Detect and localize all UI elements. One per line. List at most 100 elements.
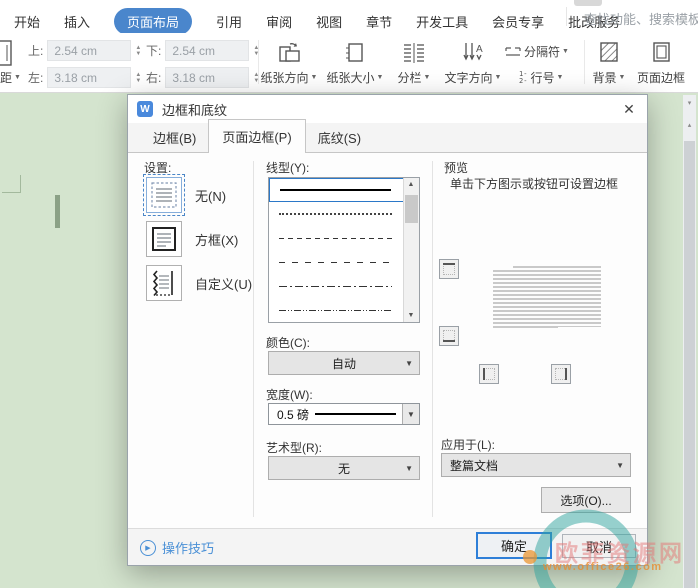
margin-top-input[interactable]: 2.54 cm <box>47 40 132 61</box>
breaks-button[interactable]: 分隔符 ▼ <box>505 43 569 60</box>
setting-option-custom[interactable]: 自定义(U) <box>146 265 252 301</box>
search-box[interactable]: 查找功能、搜索模板 <box>577 9 698 28</box>
right-border-toggle-button[interactable] <box>551 364 571 384</box>
text-direction-button[interactable]: A 文字方向 ▼ <box>438 40 508 86</box>
menu-tab-page-layout[interactable]: 页面布局 <box>114 8 193 35</box>
dialog-title-bar: W 边框和底纹 ✕ <box>128 95 647 123</box>
apply-to-dropdown[interactable]: 整篇文档 ▼ <box>441 453 631 477</box>
line-numbers-button[interactable]: 1- 2- 行号 ▼ <box>519 69 563 86</box>
margin-bottom-label: 下: <box>146 44 162 58</box>
tab-shading[interactable]: 底纹(S) <box>306 122 373 153</box>
search-icon <box>577 17 579 20</box>
chevron-down-icon: ▼ <box>618 74 626 81</box>
scroll-up-icon[interactable]: ▴ <box>683 121 696 129</box>
preview-label: 预览 <box>444 161 469 175</box>
paper-orientation-button[interactable]: 纸张方向 ▼ <box>256 40 322 86</box>
scrollbar-thumb[interactable] <box>405 195 418 223</box>
options-button[interactable]: 选项(O)... <box>541 487 631 513</box>
preview-text-lines <box>493 266 601 330</box>
margin-left-label: 左: <box>28 71 44 85</box>
menu-tab-section[interactable]: 章节 <box>366 12 392 31</box>
width-combo[interactable]: 0.5 磅 ▼ <box>268 403 420 425</box>
apply-to-value: 整篇文档 <box>450 458 499 473</box>
search-placeholder: 查找功能、搜索模板 <box>583 12 698 27</box>
preview-lastline-mask <box>558 327 601 331</box>
paper-orientation-icon <box>279 43 300 62</box>
margin-right-input[interactable]: 3.18 cm <box>165 67 250 88</box>
columns-icon <box>404 43 424 63</box>
left-border-toggle-button[interactable] <box>479 364 499 384</box>
top-border-toggle-button[interactable] <box>439 259 459 279</box>
line-style-label: 线型(Y): <box>266 161 310 175</box>
setting-option-box[interactable]: 方框(X) <box>146 221 238 257</box>
line-style-option-dash-large[interactable] <box>269 250 404 274</box>
border-none-icon <box>143 174 185 216</box>
art-style-label: 艺术型(R): <box>266 441 322 455</box>
app-window: 开始 插入 页面布局 引用 审阅 视图 章节 开发工具 会员专享 批改服务 查找… <box>0 0 698 588</box>
preview-hint: 单击下方图示或按钮可设置边框 <box>450 177 619 191</box>
line-numbers-label: 行号 <box>530 71 555 85</box>
svg-text:A: A <box>476 44 483 55</box>
page-margins-button-partial[interactable]: 距 ▼ <box>0 37 26 87</box>
border-custom-icon <box>146 265 182 301</box>
chevron-down-icon: ▼ <box>423 74 431 81</box>
menu-bar: 开始 插入 页面布局 引用 审阅 视图 章节 开发工具 会员专享 批改服务 查找… <box>0 0 698 35</box>
line-style-option-dashed[interactable] <box>269 226 404 250</box>
listbox-scrollbar[interactable]: ▲ ▼ <box>403 178 419 322</box>
vertical-scrollbar[interactable]: ▾ ▴ <box>683 95 696 588</box>
bottom-border-toggle-button[interactable] <box>439 326 459 346</box>
art-style-value: 无 <box>337 461 350 476</box>
tab-page-border[interactable]: 页面边框(P) <box>208 119 306 153</box>
columns-button[interactable]: 分栏 ▼ <box>390 40 438 86</box>
menu-tab-dev-tools[interactable]: 开发工具 <box>416 12 468 31</box>
line-style-option-dash-dot[interactable] <box>269 274 404 298</box>
menu-tab-insert[interactable]: 插入 <box>64 12 90 31</box>
left-edge-mark <box>483 368 485 380</box>
margin-left-input[interactable]: 3.18 cm <box>47 67 132 88</box>
width-value: 0.5 磅 <box>277 407 310 422</box>
right-edge-mark <box>565 368 567 380</box>
column-divider <box>432 161 433 517</box>
margin-top-label: 上: <box>28 44 44 58</box>
scroll-up-icon[interactable]: ▲ <box>404 181 418 188</box>
ok-button[interactable]: 确定 <box>476 532 552 559</box>
setting-option-none[interactable]: 无(N) <box>143 174 227 216</box>
tips-link[interactable]: ▶ 操作技巧 <box>140 538 214 557</box>
background-button[interactable]: 背景 ▼ <box>588 40 630 86</box>
line-style-option-solid[interactable] <box>269 178 404 202</box>
breaks-label: 分隔符 <box>524 45 561 59</box>
menu-tab-review[interactable]: 审阅 <box>266 12 292 31</box>
menu-tab-membership[interactable]: 会员专享 <box>492 12 544 31</box>
menu-tabs: 开始 插入 页面布局 引用 审阅 视图 章节 开发工具 会员专享 批改服务 <box>14 8 620 35</box>
page-margins-icon <box>0 40 12 66</box>
menu-tab-view[interactable]: 视图 <box>316 12 342 31</box>
cancel-button[interactable]: 取消 <box>562 534 636 558</box>
margin-right-label: 右: <box>146 71 162 85</box>
margin-bottom-field: 下: 2.54 cm ▲ ▼ <box>146 40 259 61</box>
line-style-listbox[interactable]: ▲ ▼ <box>268 177 420 323</box>
margin-bottom-input[interactable]: 2.54 cm <box>165 40 250 61</box>
margin-top-stepper[interactable]: ▲ ▼ <box>135 45 141 57</box>
color-dropdown[interactable]: 自动 ▼ <box>268 351 420 375</box>
margin-left-stepper[interactable]: ▲ ▼ <box>135 72 141 84</box>
chevron-down-icon: ▼ <box>310 74 318 81</box>
background-label: 背景 <box>592 71 617 85</box>
art-style-dropdown[interactable]: 无 ▼ <box>268 456 420 480</box>
wps-writer-icon: W <box>137 101 153 117</box>
menu-tab-home[interactable]: 开始 <box>14 12 40 31</box>
tab-borders[interactable]: 边框(B) <box>141 122 208 153</box>
paper-orientation-label: 纸张方向 <box>260 71 309 85</box>
text-cursor <box>55 195 60 228</box>
line-style-option-dotted[interactable] <box>269 202 404 226</box>
breaks-icon <box>505 47 521 56</box>
page-border-button[interactable]: 页面边框 <box>632 40 690 86</box>
menu-tab-references[interactable]: 引用 <box>216 12 242 31</box>
line-style-option-dash-dot-dot[interactable] <box>269 298 404 322</box>
border-box-icon <box>146 221 182 257</box>
setting-option-label: 无(N) <box>195 188 227 204</box>
scroll-down-icon[interactable]: ▼ <box>404 312 418 319</box>
close-icon[interactable]: ✕ <box>617 99 641 119</box>
scrollbar-thumb[interactable] <box>684 141 695 588</box>
paper-size-button[interactable]: 纸张大小 ▼ <box>322 40 388 86</box>
ruler-toggle-icon[interactable]: ▾ <box>683 99 696 107</box>
